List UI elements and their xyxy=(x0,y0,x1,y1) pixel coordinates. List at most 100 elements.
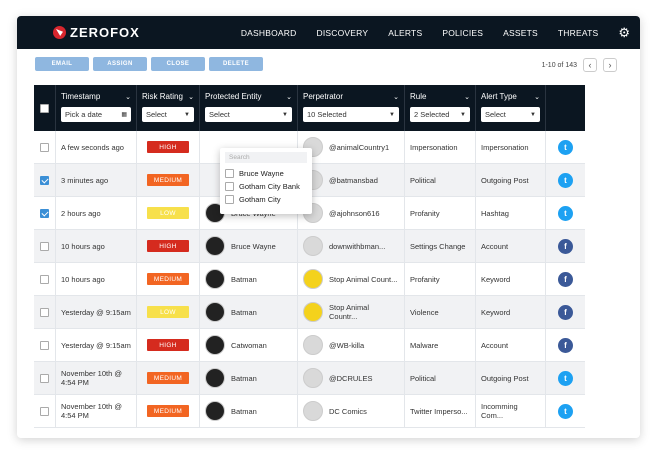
nav-threats[interactable]: THREATS xyxy=(548,28,608,38)
row-checkbox[interactable] xyxy=(40,373,49,383)
brand-logo[interactable]: ZEROFOX xyxy=(53,25,140,40)
network-cell: t xyxy=(546,362,585,394)
assign-button[interactable]: ASSIGN xyxy=(93,57,147,71)
chevron-down-icon[interactable]: ⌄ xyxy=(286,93,292,101)
alert-type-cell: Account xyxy=(476,230,546,262)
facebook-icon[interactable]: f xyxy=(558,271,573,287)
row-checkbox[interactable] xyxy=(40,340,49,350)
row-checkbox[interactable] xyxy=(40,142,49,152)
twitter-icon[interactable]: t xyxy=(558,205,573,221)
twitter-icon[interactable]: t xyxy=(558,370,573,386)
timestamp-cell: 2 hours ago xyxy=(56,197,137,229)
perpetrator-cell[interactable]: downwithbman... xyxy=(298,230,405,262)
timestamp-cell: 10 hours ago xyxy=(56,230,137,262)
select-all-checkbox[interactable] xyxy=(40,103,49,113)
nav-alerts[interactable]: ALERTS xyxy=(378,28,432,38)
rule-cell: Twitter Imperso... xyxy=(405,395,476,427)
nav-dashboard[interactable]: DASHBOARD xyxy=(231,28,307,38)
nav-assets[interactable]: ASSETS xyxy=(493,28,548,38)
col-risk: Risk Rating ⌄ Select ▼ xyxy=(137,85,200,131)
perpetrator-cell[interactable]: @DCRULES xyxy=(298,362,405,394)
network-cell: t xyxy=(546,164,585,196)
table-row[interactable]: November 10th @ 4:54 PM MEDIUM Batman DC Co… xyxy=(34,395,585,428)
row-select-cell xyxy=(34,362,56,394)
entity-select-label: Select xyxy=(209,110,230,119)
alert-type-cell: Keyword xyxy=(476,263,546,295)
table-header: Timestamp ⌄ Pick a date ▦ Risk Rating ⌄ Sel… xyxy=(34,85,585,131)
row-checkbox[interactable] xyxy=(40,208,49,218)
risk-badge: MEDIUM xyxy=(147,273,189,285)
risk-select[interactable]: Select ▼ xyxy=(142,107,194,122)
nav-policies[interactable]: POLICIES xyxy=(432,28,493,38)
risk-badge: LOW xyxy=(147,207,189,219)
dropdown-search-input[interactable]: Search xyxy=(225,152,307,163)
date-picker-label: Pick a date xyxy=(65,110,103,119)
row-checkbox[interactable] xyxy=(40,175,49,185)
perpetrator-cell[interactable]: @animalCountry1 xyxy=(298,131,405,163)
perpetrator-cell[interactable]: DC Comics xyxy=(298,395,405,427)
facebook-icon[interactable]: f xyxy=(558,304,573,320)
col-perpetrator-label: Perpetrator xyxy=(303,92,344,101)
dropdown-option[interactable]: Gotham City Bank xyxy=(225,180,307,193)
row-checkbox[interactable] xyxy=(40,274,49,284)
perpetrator-cell[interactable]: Stop Animal Count... xyxy=(298,263,405,295)
close-button[interactable]: CLOSE xyxy=(151,57,205,71)
table-row[interactable]: Yesterday @ 9:15am HIGH Catwoman @WB-killa M… xyxy=(34,329,585,362)
twitter-icon[interactable]: t xyxy=(558,172,573,188)
risk-badge: HIGH xyxy=(147,240,189,252)
entity-select[interactable]: Select ▼ xyxy=(205,107,292,122)
perpetrator-avatar xyxy=(303,269,323,289)
perpetrator-cell[interactable]: Stop Animal Countr... xyxy=(298,296,405,328)
chevron-down-icon[interactable]: ⌄ xyxy=(534,93,540,101)
chevron-down-icon[interactable]: ⌄ xyxy=(464,93,470,101)
twitter-icon[interactable]: t xyxy=(558,403,573,419)
chevron-down-icon[interactable]: ⌄ xyxy=(188,93,194,101)
perpetrator-cell[interactable]: @ajohnson616 xyxy=(298,197,405,229)
entity-name: Batman xyxy=(231,307,257,317)
row-checkbox[interactable] xyxy=(40,241,49,251)
entity-cell: Batman xyxy=(200,395,298,427)
option-checkbox[interactable] xyxy=(225,182,234,191)
alert-type-select[interactable]: Select ▼ xyxy=(481,107,540,122)
chevron-down-icon[interactable]: ⌄ xyxy=(125,93,131,101)
perpetrator-cell[interactable]: @WB-killa xyxy=(298,329,405,361)
row-checkbox[interactable] xyxy=(40,406,49,416)
prev-page-button[interactable]: ‹ xyxy=(583,58,597,72)
table-row[interactable]: 10 hours ago MEDIUM Batman Stop Animal Coun… xyxy=(34,263,585,296)
perpetrator-avatar xyxy=(303,335,323,355)
delete-button[interactable]: DELETE xyxy=(209,57,263,71)
facebook-icon[interactable]: f xyxy=(558,238,573,254)
col-rule-label: Rule xyxy=(410,92,427,101)
risk-cell: MEDIUM xyxy=(137,362,200,394)
col-timestamp-label: Timestamp xyxy=(61,92,101,101)
rule-cell: Political xyxy=(405,164,476,196)
next-page-button[interactable]: › xyxy=(603,58,617,72)
row-checkbox[interactable] xyxy=(40,307,49,317)
nav-discovery[interactable]: DISCOVERY xyxy=(306,28,378,38)
date-picker[interactable]: Pick a date ▦ xyxy=(61,107,131,122)
rule-select[interactable]: 2 Selected ▼ xyxy=(410,107,470,122)
dropdown-option[interactable]: Gotham City xyxy=(225,193,307,206)
risk-badge: MEDIUM xyxy=(147,405,189,417)
dropdown-option[interactable]: Bruce Wayne xyxy=(225,167,307,180)
perpetrator-name: @WB-killa xyxy=(329,340,365,350)
network-cell: f xyxy=(546,263,585,295)
risk-badge: MEDIUM xyxy=(147,372,189,384)
alert-type-cell: Incomming Com... xyxy=(476,395,546,427)
table-row[interactable]: Yesterday @ 9:15am LOW Batman Stop Animal C… xyxy=(34,296,585,329)
chevron-down-icon[interactable]: ⌄ xyxy=(393,93,399,101)
twitter-icon[interactable]: t xyxy=(558,139,573,155)
option-checkbox[interactable] xyxy=(225,169,234,178)
perpetrator-cell[interactable]: @batmansbad xyxy=(298,164,405,196)
entity-avatar xyxy=(205,335,225,355)
row-select-cell xyxy=(34,329,56,361)
facebook-icon[interactable]: f xyxy=(558,337,573,353)
risk-cell: MEDIUM xyxy=(137,395,200,427)
table-row[interactable]: November 10th @ 4:54 PM MEDIUM Batman @DCRU… xyxy=(34,362,585,395)
col-entity: Protected Entity ⌄ Select ▼ xyxy=(200,85,298,131)
table-row[interactable]: 10 hours ago HIGH Bruce Wayne downwithbman.… xyxy=(34,230,585,263)
gear-icon[interactable]: ⚙ xyxy=(618,25,630,41)
email-button[interactable]: EMAIL xyxy=(35,57,89,71)
perpetrator-select[interactable]: 10 Selected ▼ xyxy=(303,107,399,122)
option-checkbox[interactable] xyxy=(225,195,234,204)
